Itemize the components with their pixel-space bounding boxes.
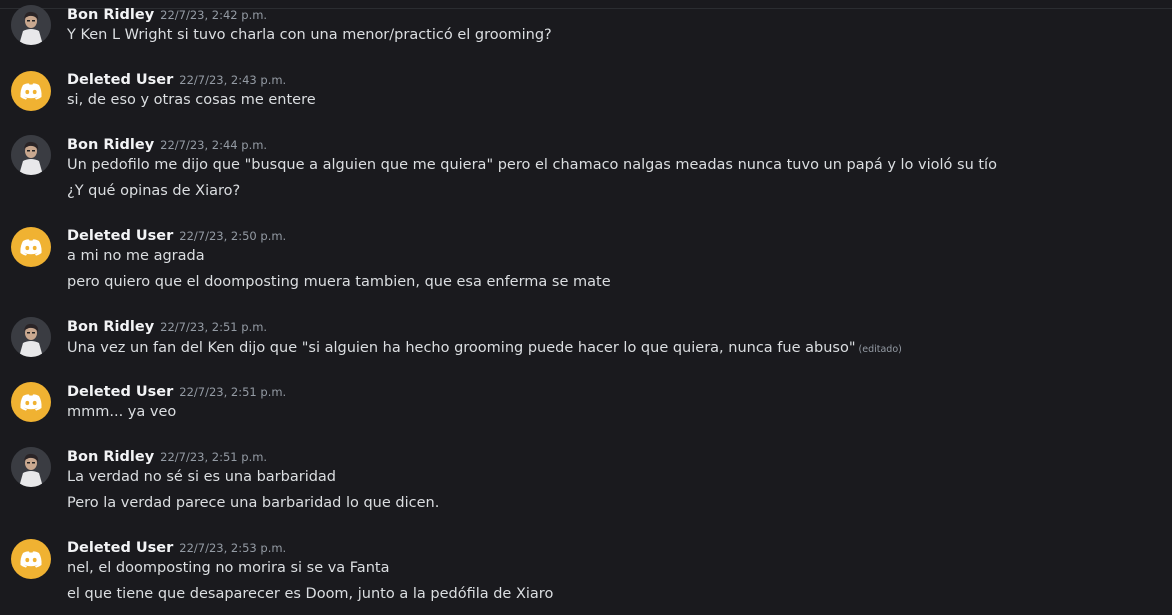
timestamp: 22/7/23, 2:43 p.m.	[179, 73, 287, 87]
message-text: Un pedofilo me dijo que "busque a alguie…	[67, 157, 997, 173]
timestamp: 22/7/23, 2:51 p.m.	[160, 450, 268, 464]
bon-ridley-avatar[interactable]	[11, 5, 51, 45]
message-text: Y Ken L Wright si tuvo charla con una me…	[67, 27, 552, 43]
timestamp: 22/7/23, 2:53 p.m.	[179, 541, 287, 555]
author-name[interactable]: Bon Ridley	[67, 137, 154, 153]
message-text: pero quiero que el doomposting muera tam…	[67, 274, 611, 290]
message-header: Bon Ridley 22/7/23, 2:51 p.m.	[67, 446, 267, 466]
author-name[interactable]: Deleted User	[67, 384, 173, 400]
message-text: el que tiene que desaparecer es Doom, ju…	[67, 586, 554, 602]
author-name[interactable]: Deleted User	[67, 540, 173, 556]
message-text: Una vez un fan del Ken dijo que "si algu…	[67, 338, 902, 360]
discord-logo-icon[interactable]	[11, 539, 51, 579]
message-text-body: Una vez un fan del Ken dijo que "si algu…	[67, 340, 856, 356]
discord-logo-icon[interactable]	[11, 382, 51, 422]
discord-logo-icon[interactable]	[11, 227, 51, 267]
message-text: ¿Y qué opinas de Xiaro?	[67, 183, 241, 199]
message-header: Bon Ridley 22/7/23, 2:42 p.m.	[67, 4, 267, 24]
author-name[interactable]: Deleted User	[67, 228, 173, 244]
author-name[interactable]: Bon Ridley	[67, 319, 154, 335]
message-text: Pero la verdad parece una barbaridad lo …	[67, 495, 440, 511]
message-header: Deleted User 22/7/23, 2:50 p.m.	[67, 225, 286, 245]
message-header: Deleted User 22/7/23, 2:43 p.m.	[67, 69, 286, 89]
discord-logo-icon[interactable]	[11, 71, 51, 111]
author-name[interactable]: Deleted User	[67, 72, 173, 88]
message-text: mmm... ya veo	[67, 404, 177, 420]
author-name[interactable]: Bon Ridley	[67, 7, 154, 23]
message-text: a mi no me agrada	[67, 248, 205, 264]
timestamp: 22/7/23, 2:51 p.m.	[179, 385, 287, 399]
timestamp: 22/7/23, 2:50 p.m.	[179, 229, 287, 243]
bon-ridley-avatar[interactable]	[11, 317, 51, 357]
message-text: nel, el doomposting no morira si se va F…	[67, 560, 390, 576]
timestamp: 22/7/23, 2:51 p.m.	[160, 320, 268, 334]
timestamp: 22/7/23, 2:44 p.m.	[160, 138, 268, 152]
message-text: si, de eso y otras cosas me entere	[67, 92, 316, 108]
message-header: Deleted User 22/7/23, 2:51 p.m.	[67, 381, 286, 401]
author-name[interactable]: Bon Ridley	[67, 449, 154, 465]
message-header: Bon Ridley 22/7/23, 2:51 p.m.	[67, 316, 267, 336]
bon-ridley-avatar[interactable]	[11, 135, 51, 175]
message-header: Bon Ridley 22/7/23, 2:44 p.m.	[67, 134, 267, 154]
message-header: Deleted User 22/7/23, 2:53 p.m.	[67, 537, 286, 557]
bon-ridley-avatar[interactable]	[11, 447, 51, 487]
timestamp: 22/7/23, 2:42 p.m.	[160, 8, 268, 22]
edited-label: (editado)	[858, 344, 902, 355]
message-text: La verdad no sé si es una barbaridad	[67, 469, 337, 485]
